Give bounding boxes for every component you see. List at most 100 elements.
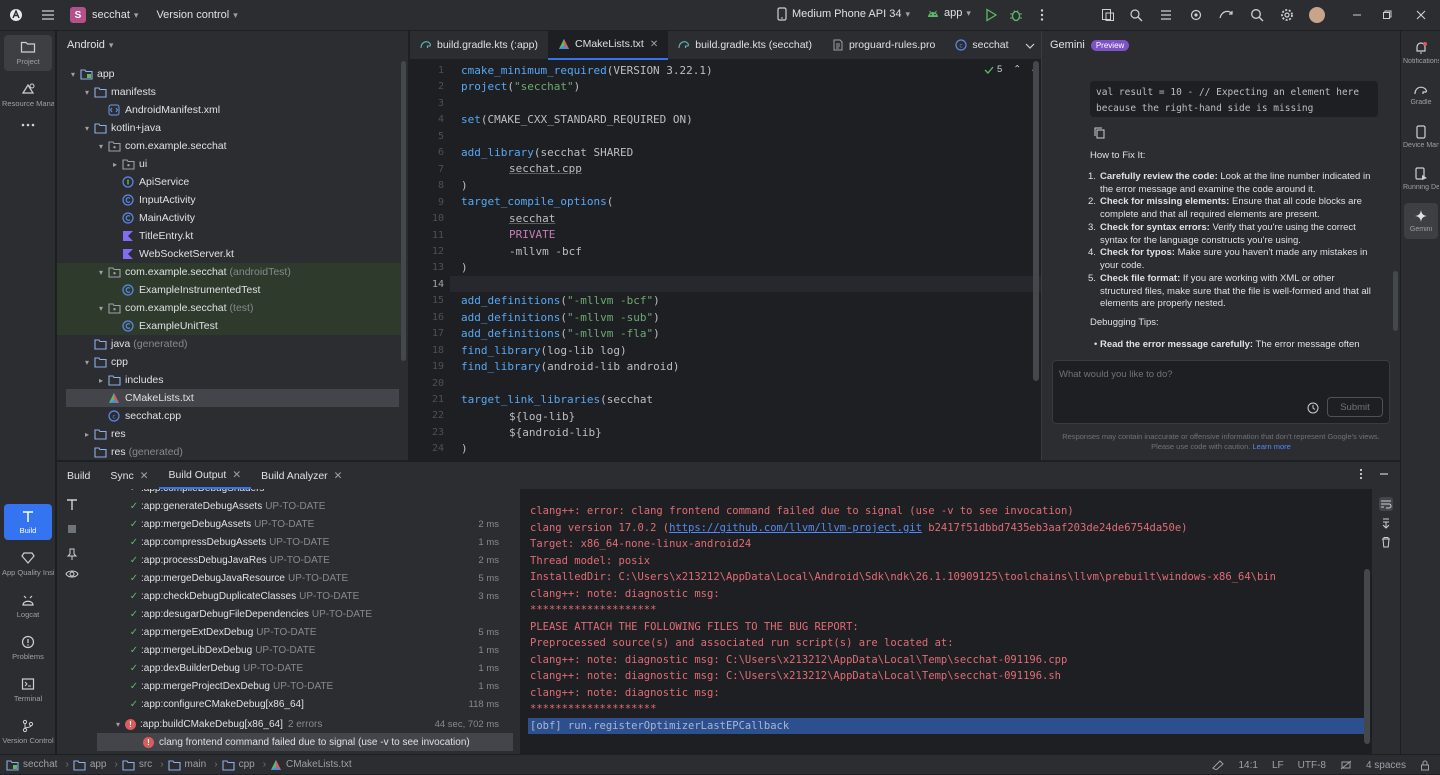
breadcrumb-item[interactable]: secchat: [6, 759, 57, 771]
pin-button[interactable]: [65, 547, 79, 561]
chevron-right-icon[interactable]: ▸: [109, 160, 121, 169]
editor-scrollbar[interactable]: [1033, 61, 1039, 381]
power-save-icon[interactable]: [1212, 760, 1225, 770]
task-row[interactable]: ✓:app:processDebugJavaRes UP-TO-DATE 2 ms: [87, 551, 519, 569]
breadcrumb-item[interactable]: › app: [61, 759, 107, 771]
build-tab[interactable]: Build Output ✕: [158, 462, 252, 489]
learn-more-link[interactable]: Learn more: [1252, 442, 1290, 451]
chevron-down-icon[interactable]: ▾: [67, 70, 79, 79]
layout-inspector-button[interactable]: [1096, 3, 1120, 27]
project-tool-button[interactable]: Project: [4, 35, 52, 71]
running-devices-button[interactable]: Running Devices: [1403, 161, 1439, 197]
breadcrumb-item[interactable]: › CMakeLists.txt: [259, 759, 352, 771]
task-row[interactable]: ✓:app:mergeExtDexDebug UP-TO-DATE 5 ms: [87, 623, 519, 641]
lock-icon[interactable]: [1420, 760, 1430, 771]
indent-setting[interactable]: 4 spaces: [1366, 760, 1406, 771]
line-separator[interactable]: LF: [1272, 760, 1284, 771]
tree-item[interactable]: AndroidManifest.xml: [57, 101, 401, 119]
clear-button[interactable]: [1379, 535, 1393, 549]
editor-tab[interactable]: c secchat: [945, 31, 1018, 60]
logcat-button[interactable]: Logcat: [4, 588, 52, 624]
chevron-up-icon[interactable]: ⌃: [1013, 64, 1021, 75]
scroll-to-end-button[interactable]: [1379, 516, 1393, 530]
terminal-button[interactable]: Terminal: [4, 672, 52, 708]
tree-item[interactable]: MainActivity: [57, 209, 401, 227]
notifications-button[interactable]: Notifications: [1403, 35, 1439, 71]
chevron-down-icon[interactable]: ▾: [95, 142, 107, 151]
close-icon[interactable]: ✕: [232, 469, 241, 481]
tree-item[interactable]: ▾ kotlin+java: [57, 119, 401, 137]
sync-gradle-button[interactable]: [1214, 3, 1238, 27]
gemini-prompt-input[interactable]: What would you like to do? Submit: [1052, 360, 1390, 424]
history-button[interactable]: [1307, 402, 1319, 414]
minimize-button[interactable]: [1345, 3, 1369, 27]
chevron-down-icon[interactable]: ▾: [95, 304, 107, 313]
tree-item[interactable]: ▸ ui: [57, 155, 401, 173]
gradle-button[interactable]: Gradle: [1404, 77, 1438, 113]
tree-item[interactable]: ApiService: [57, 173, 401, 191]
project-selector[interactable]: S secchat ▾: [70, 7, 138, 23]
project-scrollbar[interactable]: [401, 61, 406, 361]
android-studio-logo-icon[interactable]: [4, 3, 28, 27]
breadcrumb-item[interactable]: › main: [156, 759, 206, 771]
file-encoding[interactable]: UTF-8: [1298, 760, 1326, 771]
close-icon[interactable]: ✕: [334, 470, 343, 482]
task-row[interactable]: ✓:app:dexBuilderDebug UP-TO-DATE 1 ms: [87, 659, 519, 677]
build-tab[interactable]: Sync ✕: [100, 462, 158, 489]
tree-item[interactable]: ▸ res: [57, 425, 401, 443]
close-window-button[interactable]: [1409, 3, 1433, 27]
avatar[interactable]: [1309, 7, 1325, 23]
soft-wrap-button[interactable]: [1379, 497, 1393, 511]
build-options-button[interactable]: [1359, 468, 1363, 480]
run-config-selector[interactable]: app ▾: [926, 7, 971, 19]
caret-position[interactable]: 14:1: [1238, 760, 1257, 771]
chevron-right-icon[interactable]: ▸: [81, 430, 93, 439]
task-row[interactable]: ✓:app:desugarDebugFileDependencies UP-TO-…: [87, 605, 519, 623]
tree-item[interactable]: ▾ com.example.secchat: [57, 137, 401, 155]
task-row[interactable]: ✓:app:checkDebugDuplicateClasses UP-TO-DA…: [87, 587, 519, 605]
task-row[interactable]: ✓:app:compileDebugShaders: [87, 489, 519, 497]
run-button[interactable]: [979, 3, 1003, 27]
version-control-button[interactable]: Version Control: [2, 714, 54, 750]
tree-item[interactable]: TitleEntry.kt: [57, 227, 401, 245]
copy-code-button[interactable]: [1094, 127, 1105, 139]
chevron-down-icon[interactable]: ▾: [95, 268, 107, 277]
tree-item[interactable]: ▸ includes: [57, 371, 401, 389]
more-actions-button[interactable]: [1030, 3, 1054, 27]
plugins-button[interactable]: [1184, 3, 1208, 27]
console-scrollbar[interactable]: [1364, 569, 1370, 744]
main-menu-icon[interactable]: [36, 3, 60, 27]
gemini-tool-button[interactable]: Gemini: [1404, 203, 1438, 239]
task-row[interactable]: ✓:app:mergeProjectDexDebug UP-TO-DATE 1 ms: [87, 677, 519, 695]
submit-button[interactable]: Submit: [1327, 397, 1383, 417]
app-quality-button[interactable]: App Quality Insights: [2, 546, 54, 582]
chevron-down-icon[interactable]: ▾: [81, 88, 93, 97]
editor-tab[interactable]: build.gradle.kts (secchat): [668, 31, 822, 60]
tree-item[interactable]: java (generated): [57, 335, 401, 353]
chevron-right-icon[interactable]: ▸: [95, 376, 107, 385]
error-item-row[interactable]: ! clang frontend command failed due to s…: [97, 733, 513, 751]
llvm-repo-link[interactable]: https://github.com/llvm/llvm-project.git: [669, 522, 922, 534]
resource-manager-button[interactable]: Resource Manager: [2, 77, 54, 113]
build-tab[interactable]: Build Analyzer ✕: [251, 462, 352, 489]
gemini-code-snippet[interactable]: val result = 10 - // Expecting an elemen…: [1090, 81, 1378, 117]
readonly-lock-icon[interactable]: [1340, 760, 1352, 770]
tabs-overflow-button[interactable]: [1025, 33, 1035, 58]
debug-button[interactable]: [1004, 3, 1028, 27]
tree-item[interactable]: ExampleUnitTest: [57, 317, 401, 335]
build-variants-button[interactable]: [1154, 3, 1178, 27]
tree-item[interactable]: ▾ manifests: [57, 83, 401, 101]
view-button[interactable]: [65, 567, 79, 581]
build-hammer-button[interactable]: [65, 497, 79, 511]
tree-item[interactable]: InputActivity: [57, 191, 401, 209]
chevron-down-icon[interactable]: ▾: [81, 124, 93, 133]
task-row[interactable]: ✓:app:mergeLibDexDebug UP-TO-DATE 1 ms: [87, 641, 519, 659]
tree-item[interactable]: res (generated): [57, 443, 401, 460]
build-tab[interactable]: Build: [57, 462, 100, 489]
build-tool-button[interactable]: Build: [4, 504, 52, 540]
tree-item[interactable]: c secchat.cpp: [57, 407, 401, 425]
task-row[interactable]: ✓:app:mergeDebugJavaResource UP-TO-DATE 5 …: [87, 569, 519, 587]
tree-item[interactable]: ▾ com.example.secchat (androidTest): [57, 263, 401, 281]
chevron-down-icon[interactable]: ▾: [111, 720, 125, 729]
search-everywhere-button[interactable]: [1245, 3, 1269, 27]
